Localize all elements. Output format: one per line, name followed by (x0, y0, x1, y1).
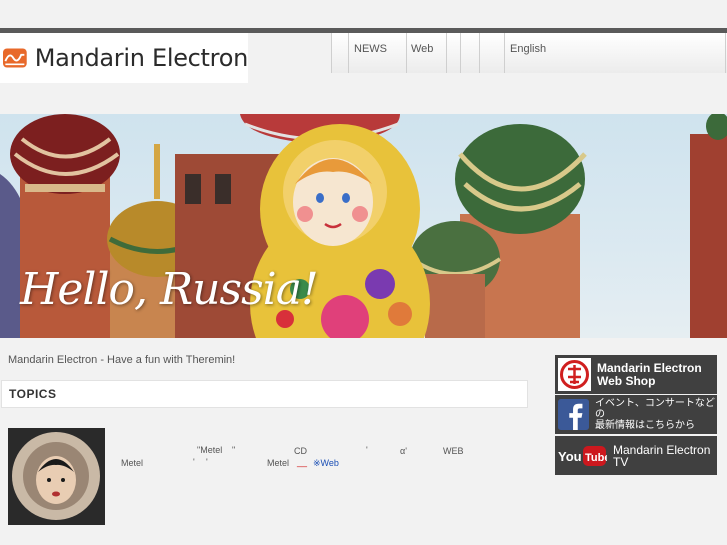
nav-item-blank-1[interactable] (331, 33, 348, 73)
hero-caption: Hello, Russia! (20, 264, 319, 315)
topic-text: WEB (443, 446, 464, 456)
topics-header: TOPICS (1, 380, 528, 408)
topic-thumbnail[interactable] (8, 428, 105, 525)
youtube-icon: You Tube (558, 445, 607, 466)
facebook-banner-text: イベント、コンサートなどの 最新情報はこちらから (595, 398, 717, 431)
topic-text: Metel (121, 458, 144, 468)
nav-item-news[interactable]: NEWS (348, 33, 406, 73)
facebook-icon (558, 398, 590, 431)
banner-line: Mandarin Electron (613, 442, 711, 457)
nav-item-english[interactable]: English (504, 33, 726, 73)
topic-text: "Metel (197, 445, 223, 455)
youtube-banner-text: Mandarin Electron TV (613, 444, 710, 468)
youtube-banner[interactable]: You Tube Mandarin Electron TV (555, 436, 717, 475)
banner-line: Web Shop (597, 373, 656, 388)
logo-text: Mandarin Electron (34, 44, 249, 72)
banner-line: イベント、コンサートなどの (595, 398, 715, 420)
webshop-banner[interactable]: Mandarin Electron Web Shop (555, 355, 717, 394)
nav-item-blank-2[interactable] (446, 33, 460, 73)
topic-text: ' (193, 457, 195, 467)
webshop-banner-text: Mandarin Electron Web Shop (597, 360, 702, 388)
topic-link-red[interactable]: __ (297, 457, 307, 467)
main-nav: NEWS Web English (331, 33, 727, 73)
topic-text: ' (206, 457, 208, 467)
site-logo[interactable]: Mandarin Electron (0, 33, 248, 83)
topic-text: CD (294, 446, 307, 456)
hero-banner: Hello, Russia! (0, 114, 727, 338)
site-tagline: Mandarin Electron - Have a fun with Ther… (8, 354, 236, 366)
nav-item-blank-4[interactable] (479, 33, 504, 73)
topic-text: Metel (267, 458, 290, 468)
facebook-banner[interactable]: イベント、コンサートなどの 最新情報はこちらから (555, 395, 717, 434)
topic-text: α' (400, 446, 407, 456)
topic-text: " (232, 445, 236, 455)
svg-text:Tube: Tube (585, 452, 607, 464)
banner-line: 最新情報はこちらから (595, 420, 696, 431)
wave-logo-icon (3, 48, 27, 68)
banner-line: Mandarin Electron (597, 360, 702, 375)
banner-line: TV (613, 454, 629, 469)
topic-text: ' (366, 445, 368, 455)
nav-item-blank-3[interactable] (460, 33, 479, 73)
svg-text:You: You (558, 449, 582, 464)
topic-web-link[interactable]: ※Web (313, 458, 339, 469)
nav-item-web[interactable]: Web (406, 33, 446, 73)
shop-seal-icon (558, 358, 591, 391)
